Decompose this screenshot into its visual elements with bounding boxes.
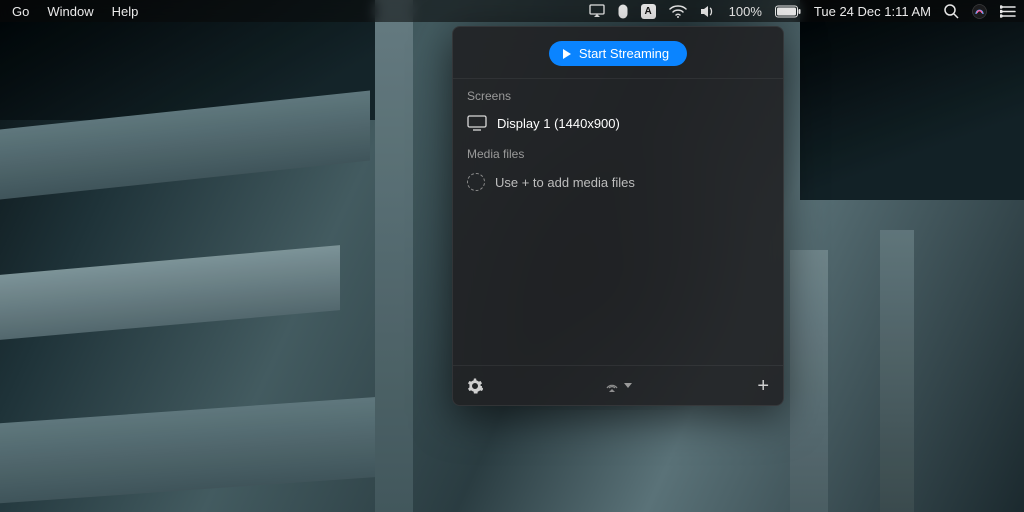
display-item-label: Display 1 (1440x900) bbox=[497, 116, 620, 131]
screens-section-label: Screens bbox=[453, 79, 783, 109]
start-streaming-label: Start Streaming bbox=[579, 46, 669, 61]
media-placeholder-label: Use + to add media files bbox=[495, 175, 635, 190]
airplay-menu-icon[interactable] bbox=[589, 4, 605, 18]
dotted-circle-icon bbox=[467, 173, 485, 191]
wallpaper bbox=[0, 397, 380, 504]
add-media-button[interactable]: + bbox=[757, 376, 769, 396]
menu-bar: Go Window Help A 100% bbox=[0, 0, 1024, 22]
wallpaper bbox=[375, 0, 413, 512]
monitor-icon bbox=[467, 115, 487, 131]
wallpaper bbox=[800, 0, 1024, 200]
menu-window[interactable]: Window bbox=[47, 4, 93, 19]
notification-center-icon[interactable] bbox=[1000, 5, 1016, 18]
wallpaper bbox=[880, 230, 914, 512]
settings-button[interactable] bbox=[467, 378, 483, 394]
battery-percentage: 100% bbox=[729, 4, 762, 19]
start-streaming-button[interactable]: Start Streaming bbox=[549, 41, 687, 66]
spotlight-icon[interactable] bbox=[944, 4, 959, 19]
mouse-icon[interactable] bbox=[618, 4, 628, 19]
wallpaper bbox=[790, 250, 828, 512]
chevron-down-icon bbox=[624, 383, 632, 388]
airplay-target-selector[interactable] bbox=[604, 379, 632, 393]
media-placeholder-row: Use + to add media files bbox=[453, 167, 783, 197]
siri-icon[interactable] bbox=[972, 4, 987, 19]
media-section-label: Media files bbox=[453, 137, 783, 167]
display-item[interactable]: Display 1 (1440x900) bbox=[453, 109, 783, 137]
menu-datetime[interactable]: Tue 24 Dec 1:11 AM bbox=[814, 4, 931, 19]
streaming-panel: Start Streaming Screens Display 1 (1440x… bbox=[452, 26, 784, 406]
input-source-icon[interactable]: A bbox=[641, 4, 656, 19]
volume-icon[interactable] bbox=[700, 5, 716, 18]
menu-go[interactable]: Go bbox=[12, 4, 29, 19]
play-icon bbox=[563, 49, 571, 59]
menu-help[interactable]: Help bbox=[112, 4, 139, 19]
wallpaper bbox=[0, 245, 340, 340]
battery-icon[interactable] bbox=[775, 5, 801, 18]
wifi-icon[interactable] bbox=[669, 5, 687, 18]
